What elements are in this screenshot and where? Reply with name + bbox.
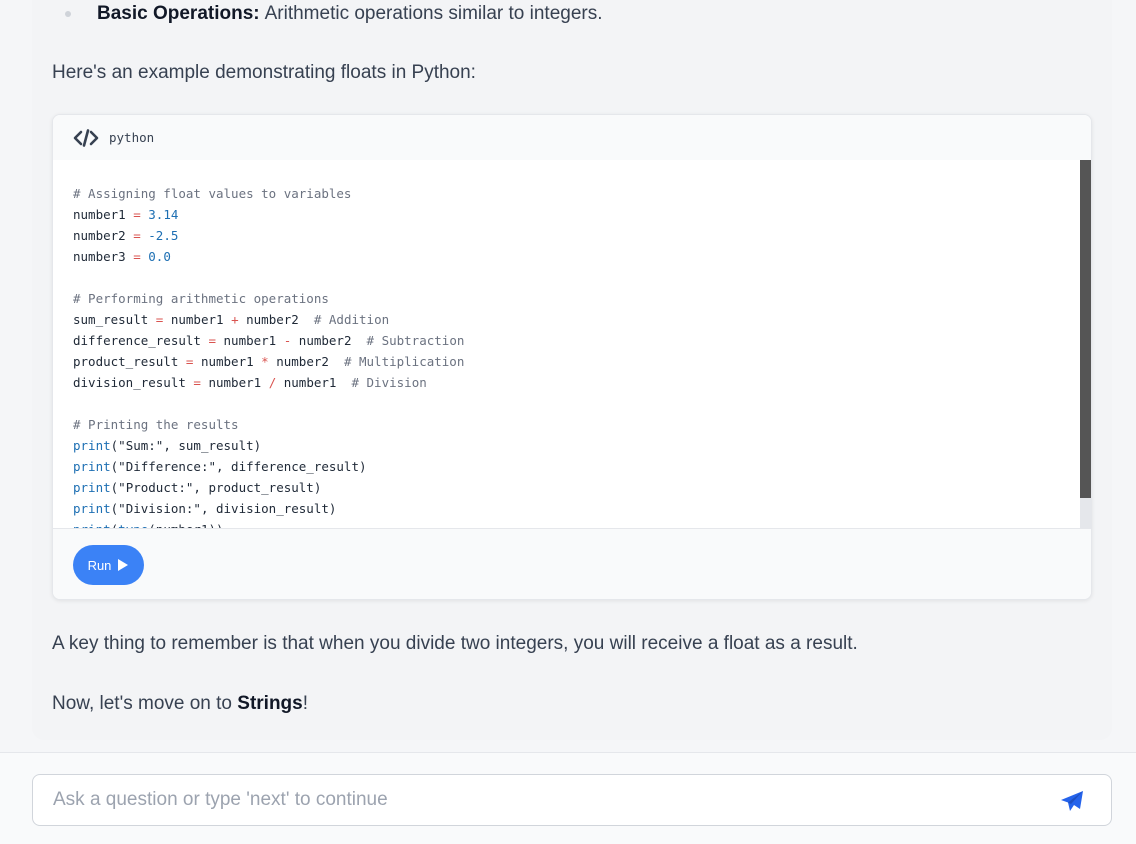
code-token: ("Sum:", sum_result) [110, 438, 262, 453]
run-label: Run [87, 557, 112, 573]
code-token: = [208, 333, 216, 348]
code-language: python [109, 130, 155, 145]
bullet-label: Basic Operations: [97, 3, 260, 24]
play-icon [117, 558, 129, 572]
next-topic-paragraph: Now, let's move on to Strings! [52, 693, 308, 715]
next-topic-strings: Strings [237, 693, 303, 714]
code-line: # Assigning float values to variables [73, 183, 1081, 204]
code-token: difference_result [73, 333, 209, 348]
code-token: number1 [216, 333, 284, 348]
code-line: print("Difference:", difference_result) [73, 456, 1081, 477]
code-line: division_result = number1 / number1 # Di… [73, 372, 1081, 393]
code-token: number1 [276, 375, 352, 390]
next-suffix: ! [302, 693, 309, 714]
bullet-item: Basic Operations: Arithmetic operations … [60, 2, 603, 26]
code-token: number2 [268, 354, 344, 369]
bullet-text: Arithmetic operations similar to integer… [264, 3, 603, 24]
code-icon [73, 128, 99, 147]
code-token: ("Product:", product_result) [110, 480, 322, 495]
code-line: number2 = -2.5 [73, 225, 1081, 246]
code-token: 3.14 [148, 207, 179, 222]
scrollbar-thumb[interactable] [1080, 160, 1091, 498]
code-token: # Division [351, 375, 427, 390]
code-token: # Subtraction [366, 333, 465, 348]
code-line: number3 = 0.0 [73, 246, 1081, 267]
code-token: print [73, 459, 111, 474]
code-token: # Printing the results [73, 417, 239, 432]
code-line: sum_result = number1 + number2 # Additio… [73, 309, 1081, 330]
code-scrollbar[interactable] [1080, 160, 1091, 528]
code-token: * [261, 354, 269, 369]
code-line: product_result = number1 * number2 # Mul… [73, 351, 1081, 372]
code-token: print [73, 501, 111, 516]
code-token: 0.0 [148, 249, 171, 264]
code-footer: Run [53, 528, 1091, 599]
code-token: number1 [200, 375, 269, 390]
code-token: = [193, 375, 201, 390]
code-token: = [133, 207, 141, 222]
code-editor[interactable]: # Assigning float values to variables num… [53, 160, 1081, 528]
code-token: = [133, 228, 141, 243]
code-token: number1 [193, 354, 262, 369]
code-token: + [231, 312, 239, 327]
bullet-dot [65, 11, 71, 17]
code-token: # Multiplication [343, 354, 465, 369]
code-token: -2.5 [148, 228, 179, 243]
note-paragraph: A key thing to remember is that when you… [52, 633, 858, 654]
send-button[interactable] [1057, 788, 1087, 814]
chat-input[interactable] [53, 775, 1033, 825]
code-token: print [73, 480, 111, 495]
run-button[interactable]: Run [73, 545, 144, 585]
code-line: print(type(number1)) [73, 519, 1081, 528]
code-token: number2 [73, 228, 134, 243]
code-line: print("Product:", product_result) [73, 477, 1081, 498]
code-token: ("Division:", division_result) [110, 501, 337, 516]
intro-paragraph: Here's an example demonstrating floats i… [52, 62, 476, 83]
code-token: # Assigning float values to variables [73, 186, 352, 201]
code-token: # Performing arithmetic operations [73, 291, 329, 306]
code-header: python [53, 115, 1091, 160]
code-token: = [133, 249, 141, 264]
composer-box [32, 774, 1112, 826]
code-line: number1 = 3.14 [73, 204, 1081, 225]
send-icon [1060, 790, 1084, 812]
code-line: print("Sum:", sum_result) [73, 435, 1081, 456]
code-token: number3 [73, 249, 134, 264]
code-token: number2 [291, 333, 367, 348]
code-token: # Addition [313, 312, 390, 327]
code-token: number1 [73, 207, 134, 222]
code-token: division_result [73, 375, 194, 390]
code-token: sum_result [73, 312, 156, 327]
code-token: ("Difference:", difference_result) [110, 459, 367, 474]
code-token: product_result [73, 354, 186, 369]
chat-area: Basic Operations: Arithmetic operations … [0, 0, 1136, 752]
code-line: difference_result = number1 - number2 # … [73, 330, 1081, 351]
code-line: # Performing arithmetic operations [73, 288, 1081, 309]
next-prefix: Now, let's move on to [52, 693, 238, 714]
code-line: # Printing the results [73, 414, 1081, 435]
composer-bar [0, 753, 1136, 844]
code-token: print [73, 438, 111, 453]
code-block: python # Assigning float values to varia… [52, 114, 1092, 600]
code-token: number1 [163, 312, 232, 327]
code-line: print("Division:", division_result) [73, 498, 1081, 519]
code-token: number2 [238, 312, 314, 327]
